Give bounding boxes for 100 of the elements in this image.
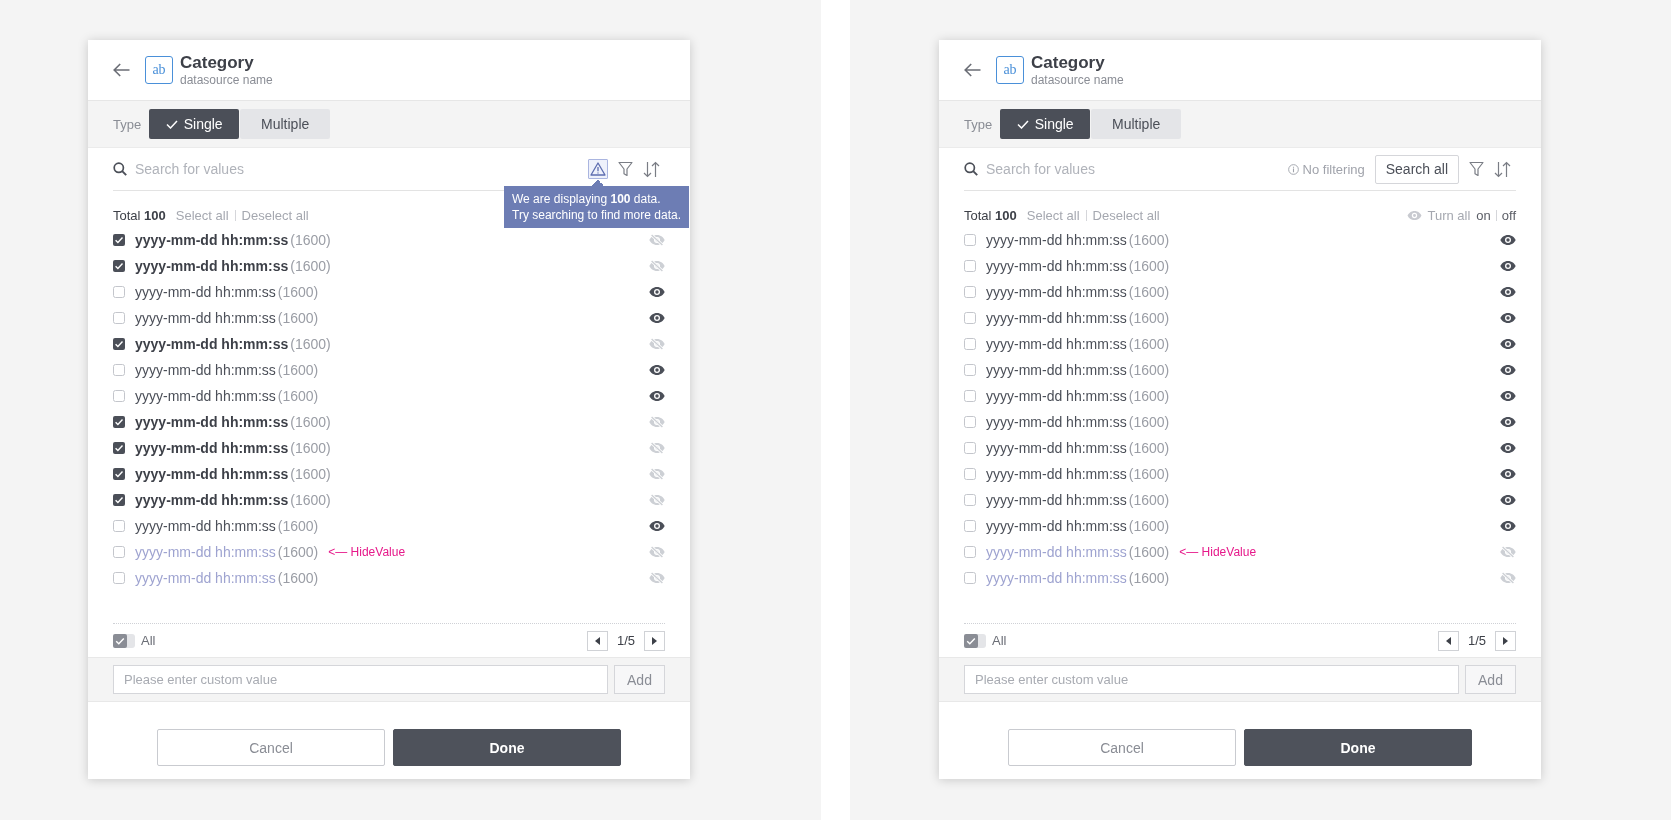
- turn-off-link[interactable]: off: [1501, 207, 1516, 223]
- custom-value-field[interactable]: Please enter custom value: [113, 665, 608, 694]
- done-button[interactable]: Done: [1244, 729, 1472, 766]
- search-icon: [113, 162, 127, 176]
- turn-on-link[interactable]: on: [1476, 207, 1491, 223]
- eye-icon[interactable]: [649, 364, 665, 376]
- checkbox[interactable]: [113, 286, 125, 298]
- sort-icon[interactable]: [643, 160, 660, 178]
- checkbox[interactable]: [113, 442, 125, 454]
- value-count: (1600): [1128, 388, 1170, 404]
- eye-icon[interactable]: [1500, 520, 1516, 532]
- search-all-button[interactable]: Search all: [1374, 154, 1459, 184]
- all-checkbox[interactable]: [964, 633, 986, 648]
- checkbox[interactable]: [964, 494, 976, 506]
- eye-icon[interactable]: [1500, 286, 1516, 298]
- next-page-button[interactable]: [644, 630, 665, 651]
- triangle-right-icon: [652, 636, 657, 645]
- checkbox[interactable]: [113, 234, 125, 246]
- value-count: (1600): [1128, 284, 1170, 300]
- checkbox[interactable]: [964, 364, 976, 376]
- dialog-title: Category: [1031, 53, 1106, 73]
- checkbox[interactable]: [113, 546, 125, 558]
- next-page-button[interactable]: [1495, 630, 1516, 651]
- eye-icon[interactable]: [649, 312, 665, 324]
- all-checkbox[interactable]: [113, 633, 135, 648]
- checkbox[interactable]: [964, 442, 976, 454]
- checkbox[interactable]: [964, 312, 976, 324]
- value-label: yyyy-mm-dd hh:mm:ss: [135, 232, 289, 248]
- total-count: Total 100: [964, 207, 1017, 223]
- eye-icon[interactable]: [649, 286, 665, 298]
- checkbox[interactable]: [964, 234, 976, 246]
- eye-icon[interactable]: [1500, 390, 1516, 402]
- all-label: All: [992, 633, 1007, 648]
- checkbox[interactable]: [113, 416, 125, 428]
- eye-icon: [1407, 209, 1423, 221]
- warning-button[interactable]: [588, 159, 608, 179]
- type-tab[interactable]: Multiple: [1091, 109, 1182, 139]
- eye-icon[interactable]: [1500, 338, 1516, 350]
- value-label: yyyy-mm-dd hh:mm:ss: [986, 492, 1127, 508]
- eye-icon[interactable]: [1500, 260, 1516, 272]
- value-label: yyyy-mm-dd hh:mm:ss: [135, 492, 289, 508]
- back-arrow-icon[interactable]: [964, 63, 981, 77]
- filter-icon[interactable]: [1469, 161, 1484, 177]
- sort-icon[interactable]: [1494, 160, 1511, 178]
- triangle-left-icon: [594, 636, 600, 645]
- type-tab[interactable]: Multiple: [240, 109, 331, 139]
- eye-icon[interactable]: [1500, 364, 1516, 376]
- value-label: yyyy-mm-dd hh:mm:ss: [986, 284, 1127, 300]
- checkbox[interactable]: [113, 520, 125, 532]
- checkbox[interactable]: [964, 260, 976, 272]
- value-label: yyyy-mm-dd hh:mm:ss: [135, 440, 289, 456]
- search-field[interactable]: Search for values: [986, 159, 1288, 179]
- type-tab[interactable]: Single: [1000, 109, 1091, 139]
- done-button[interactable]: Done: [393, 729, 621, 766]
- checkbox[interactable]: [113, 364, 125, 376]
- eye-icon[interactable]: [1500, 312, 1516, 324]
- checkbox[interactable]: [964, 390, 976, 402]
- value-count: (1600): [277, 570, 319, 586]
- checkbox[interactable]: [964, 286, 976, 298]
- checkbox[interactable]: [964, 338, 976, 350]
- previous-page-button[interactable]: [1437, 630, 1459, 651]
- checkbox[interactable]: [964, 468, 976, 480]
- eye-icon[interactable]: [1500, 416, 1516, 428]
- eye-icon[interactable]: [1500, 442, 1516, 454]
- checkbox[interactable]: [964, 546, 976, 558]
- eye-icon[interactable]: [1500, 234, 1516, 246]
- checkbox[interactable]: [113, 260, 125, 272]
- eye-icon[interactable]: [1500, 494, 1516, 506]
- checkbox[interactable]: [113, 312, 125, 324]
- value-count: (1600): [290, 440, 331, 456]
- custom-value-field[interactable]: Please enter custom value: [964, 665, 1459, 694]
- eye-icon[interactable]: [649, 390, 665, 402]
- turn-all-label: Turn all: [1427, 207, 1471, 223]
- back-arrow-icon[interactable]: [113, 63, 130, 77]
- checkbox[interactable]: [113, 572, 125, 584]
- value-label: yyyy-mm-dd hh:mm:ss: [986, 414, 1127, 430]
- checkbox[interactable]: [964, 572, 976, 584]
- checkbox[interactable]: [113, 390, 125, 402]
- search-field[interactable]: Search for values: [135, 159, 588, 179]
- checkbox[interactable]: [964, 416, 976, 428]
- dialog-title: Category: [180, 53, 255, 73]
- page-indicator: 1/5: [1467, 633, 1486, 648]
- eye-icon[interactable]: [1500, 468, 1516, 480]
- value-count: (1600): [1128, 544, 1170, 560]
- checkbox[interactable]: [113, 494, 125, 506]
- checkbox[interactable]: [964, 520, 976, 532]
- filter-icon[interactable]: [618, 161, 633, 177]
- value-label: yyyy-mm-dd hh:mm:ss: [986, 232, 1127, 248]
- eye-icon[interactable]: [649, 520, 665, 532]
- checkbox[interactable]: [113, 338, 125, 350]
- all-label: All: [141, 633, 156, 648]
- value-label: yyyy-mm-dd hh:mm:ss: [135, 258, 289, 274]
- value-count: (1600): [290, 258, 331, 274]
- previous-page-button[interactable]: [586, 630, 608, 651]
- value-label: yyyy-mm-dd hh:mm:ss: [986, 258, 1127, 274]
- search-icon: [964, 162, 978, 176]
- value-count: (1600): [1128, 440, 1170, 456]
- checkbox[interactable]: [113, 468, 125, 480]
- type-tab[interactable]: Single: [149, 109, 240, 139]
- value-label: yyyy-mm-dd hh:mm:ss: [135, 466, 289, 482]
